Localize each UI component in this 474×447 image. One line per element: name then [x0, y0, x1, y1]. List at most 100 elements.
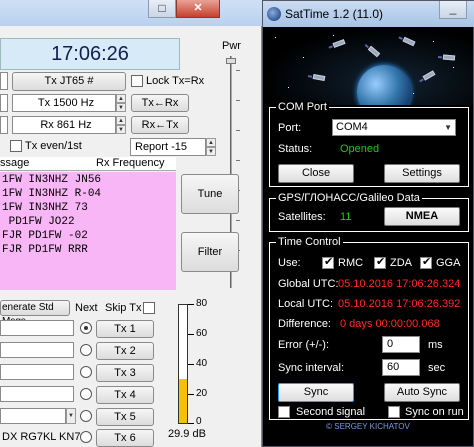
meter-tick — [188, 304, 194, 305]
tx-even-checkbox[interactable] — [10, 140, 22, 152]
tx6-button[interactable]: Tx 6 — [96, 429, 154, 447]
copyright-footer: © SERGEY KICHATOV — [326, 422, 410, 431]
sync-interval-input[interactable]: 60 — [382, 359, 420, 376]
message-line[interactable]: FJR PD1FW RRR — [2, 244, 88, 256]
settings-button[interactable]: Settings — [384, 164, 460, 183]
wsjt-title-strip — [0, 0, 262, 26]
report-up[interactable]: ▲ — [206, 138, 216, 147]
satellite-icon — [332, 39, 346, 48]
rx-freq-up[interactable]: ▲ — [116, 116, 126, 125]
sattime-title: SatTime 1.2 (11.0) — [285, 7, 384, 21]
gga-checkbox[interactable] — [420, 255, 432, 269]
message-table-header: ssage Rx Frequency — [0, 157, 176, 171]
left-edge-field[interactable] — [0, 72, 8, 90]
port-select[interactable]: COM4 ▼ — [332, 119, 456, 136]
generate-std-msgs-button[interactable]: enerate Std Msgs — [0, 300, 70, 327]
tx-even-label: Tx even/1st — [25, 140, 82, 152]
message-line[interactable]: 1FW IN3NHZ 73 — [2, 202, 88, 214]
nmea-button[interactable]: NMEA — [384, 207, 460, 226]
tx2-button[interactable]: Tx 2 — [96, 342, 154, 360]
auto-sync-button[interactable]: Auto Sync — [384, 383, 460, 402]
rmc-checkbox[interactable] — [322, 255, 334, 269]
rx-from-tx-button[interactable]: Rx←Tx — [131, 116, 189, 134]
satellite-icon — [402, 36, 416, 47]
tx1-next-radio[interactable] — [80, 322, 92, 334]
second-signal-checkbox[interactable] — [278, 406, 290, 418]
left-edge-field[interactable] — [0, 94, 8, 112]
minimize-button[interactable]: _ — [439, 1, 467, 19]
time-control-group-title: Time Control — [276, 236, 343, 248]
tune-button[interactable]: Tune — [181, 174, 239, 214]
pwr-label: Pwr — [222, 40, 241, 52]
message-line[interactable]: FJR PD1FW -02 — [2, 230, 88, 242]
port-select-value: COM4 — [336, 121, 368, 133]
tx5-message-field[interactable] — [0, 408, 66, 424]
report-down[interactable]: ▼ — [206, 147, 216, 156]
rx-freq-down[interactable]: ▼ — [116, 125, 126, 134]
tx3-next-radio[interactable] — [80, 366, 92, 378]
tx-mode-button[interactable]: Tx JT65 # — [12, 72, 126, 91]
filter-button[interactable]: Filter — [181, 232, 239, 272]
tx5-dropdown[interactable]: ▼ — [66, 408, 76, 424]
close-port-button[interactable]: Close — [278, 164, 354, 183]
tx1-button[interactable]: Tx 1 — [96, 320, 154, 338]
level-meter-fill — [179, 379, 187, 423]
sync-on-run-checkbox[interactable] — [388, 406, 400, 418]
rx-frequency-messages[interactable]: 1FW IN3NHZ JN56 1FW IN3NHZ R-04 1FW IN3N… — [0, 172, 176, 290]
time-control-group: Time Control Use: RMC ZDA GGA Global UTC… — [269, 236, 469, 420]
meter-tick — [188, 394, 194, 395]
meter-db-readout: 29.9 dB — [168, 428, 206, 440]
gga-label: GGA — [436, 257, 461, 269]
pwr-tick — [236, 70, 240, 71]
message-line[interactable]: 1FW IN3NHZ R-04 — [2, 188, 101, 200]
tx4-button[interactable]: Tx 4 — [96, 386, 154, 404]
tx4-next-radio[interactable] — [80, 388, 92, 400]
sync-interval-label: Sync interval: — [278, 362, 345, 374]
satellite-icon — [422, 70, 436, 81]
tx-frequency-field[interactable]: Tx 1500 Hz — [12, 94, 116, 112]
tx-freq-down[interactable]: ▼ — [116, 103, 126, 112]
local-utc-value: 05.10.2016 17:06:26.392 — [338, 298, 461, 310]
use-label: Use: — [278, 257, 301, 269]
tx5-button[interactable]: Tx 5 — [96, 408, 154, 426]
tx5-next-radio[interactable] — [80, 410, 92, 422]
tx3-button[interactable]: Tx 3 — [96, 364, 154, 382]
com-port-group: COM Port Port: COM4 ▼ Status: Opened Clo… — [269, 101, 469, 187]
message-line[interactable]: PD1FW JO22 — [2, 216, 75, 228]
globe-icon — [267, 7, 281, 21]
status-value: Opened — [340, 143, 380, 155]
difference-value: 0 days 00:00:00.068 — [340, 318, 440, 330]
second-signal-label: Second signal — [296, 406, 366, 418]
pwr-tick — [236, 100, 240, 101]
sync-button[interactable]: Sync — [278, 383, 354, 402]
tx1-message-field[interactable] — [0, 320, 74, 336]
next-label: Next — [75, 302, 98, 314]
sync-on-run-label: Sync on run — [405, 406, 464, 418]
tx4-message-field[interactable] — [0, 386, 74, 402]
tx6-message-text: DX RG7KL KN74 — [2, 431, 87, 443]
skip-tx1-checkbox[interactable] — [143, 302, 155, 314]
rx-frequency-field[interactable]: Rx 861 Hz — [12, 116, 116, 134]
satellite-banner-image — [263, 27, 473, 105]
tx-freq-up[interactable]: ▲ — [116, 94, 126, 103]
satellites-value: 11 — [340, 211, 352, 223]
global-utc-label: Global UTC: — [278, 278, 339, 290]
left-edge-field[interactable] — [0, 116, 8, 134]
lock-tx-rx-checkbox[interactable] — [131, 75, 143, 87]
tx-from-rx-button[interactable]: Tx←Rx — [131, 94, 189, 112]
meter-label: 0 — [196, 416, 202, 427]
message-line[interactable]: 1FW IN3NHZ JN56 — [2, 174, 101, 186]
signal-level-meter: 80 60 40 20 0 29.9 dB — [160, 296, 218, 441]
tx3-message-field[interactable] — [0, 364, 74, 380]
tx2-message-field[interactable] — [0, 342, 74, 358]
zda-checkbox[interactable] — [374, 255, 386, 269]
close-window-button[interactable]: ✕ — [176, 0, 220, 18]
error-label: Error (+/-): — [278, 339, 330, 351]
maximize-button[interactable]: □ — [148, 0, 176, 18]
report-field[interactable]: Report -15 — [130, 138, 206, 156]
pwr-slider-thumb[interactable] — [226, 58, 236, 64]
tx2-next-radio[interactable] — [80, 344, 92, 356]
error-input[interactable]: 0 — [382, 336, 420, 353]
satellite-icon — [367, 45, 381, 58]
tx6-next-radio[interactable] — [80, 431, 92, 443]
